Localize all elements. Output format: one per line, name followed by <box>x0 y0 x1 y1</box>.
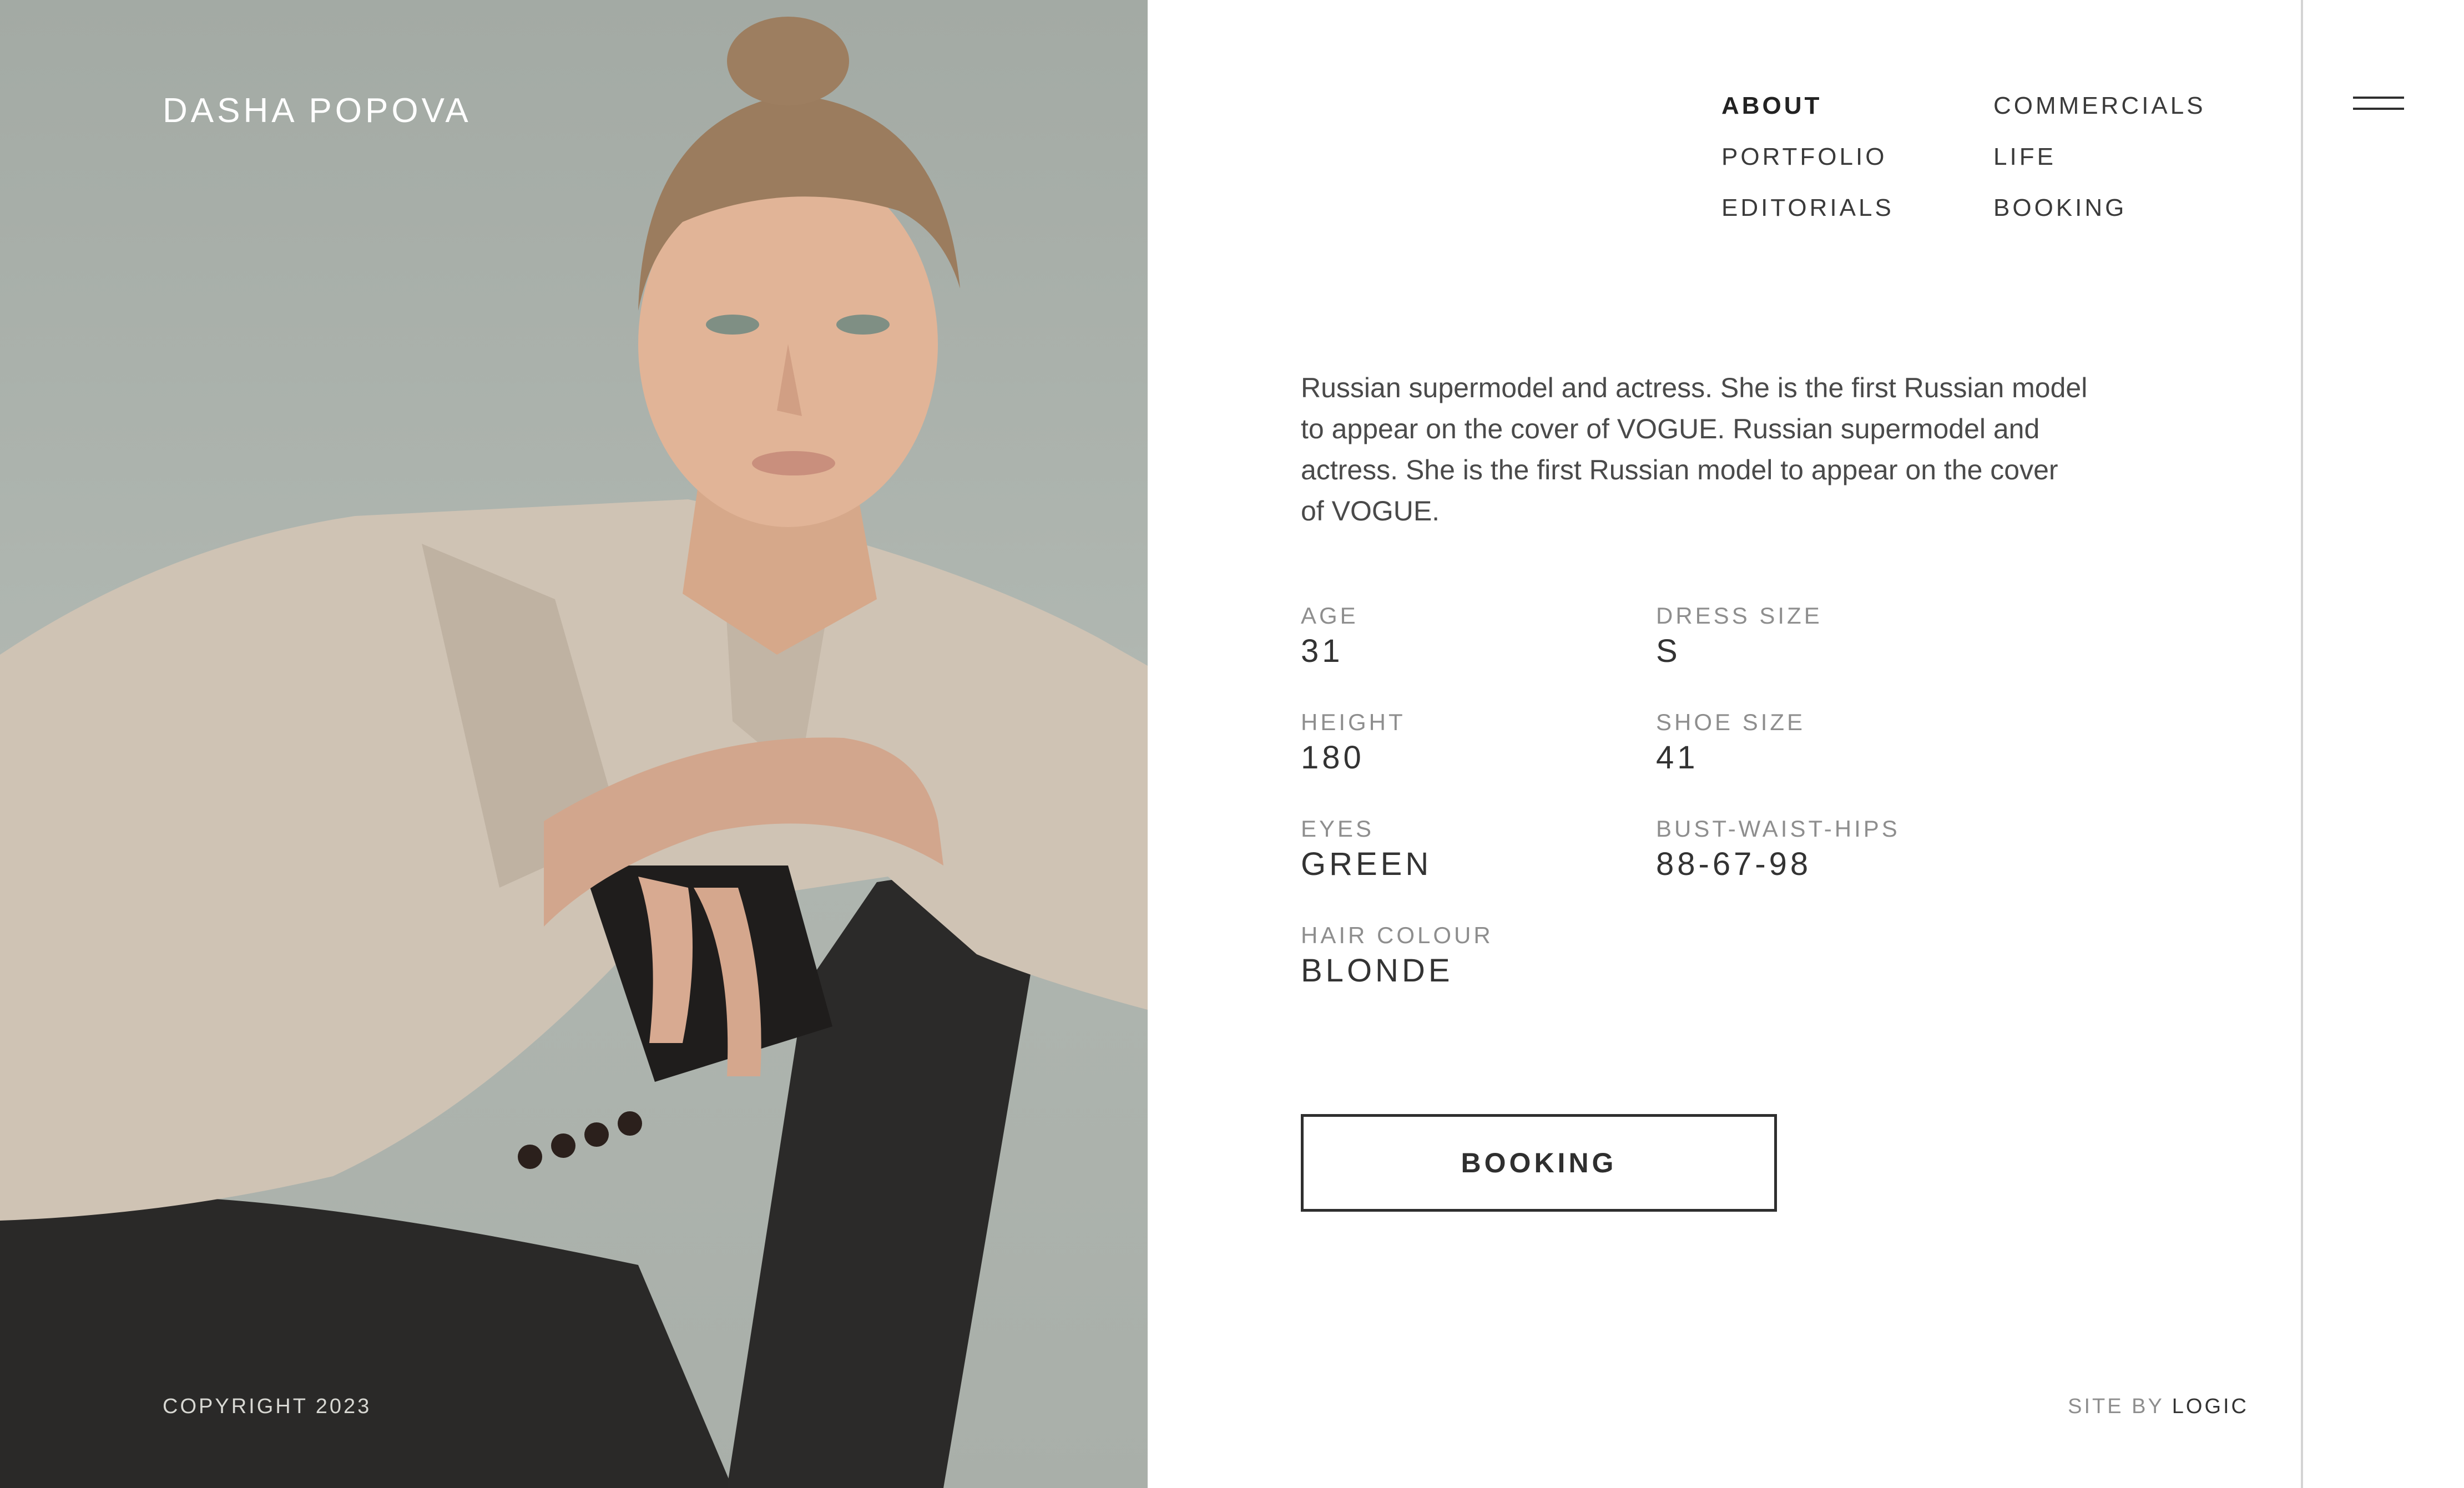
measurements-grid: AGE 31 DRESS SIZE S HEIGHT 180 SHOE SIZE… <box>1301 603 2011 990</box>
about-content: ABOUT COMMERCIALS PORTFOLIO LIFE EDITORI… <box>1148 0 2301 1488</box>
page: DASHA POPOVA COPYRIGHT 2023 ABOUT COMMER… <box>0 0 2464 1488</box>
site-credit-link[interactable]: LOGIC <box>2172 1395 2249 1418</box>
stat-label: HEIGHT <box>1301 709 1406 735</box>
stat-label: EYES <box>1301 816 1375 842</box>
portrait-image <box>0 17 1148 1488</box>
stat-value: 31 <box>1301 633 1344 669</box>
stat-eyes: EYES GREEN <box>1301 816 1656 883</box>
stat-dress-size: DRESS SIZE S <box>1656 603 2011 670</box>
nav-item-booking[interactable]: BOOKING <box>1993 195 2226 221</box>
site-credit: SITE BY LOGIC <box>2068 1395 2249 1419</box>
nav-item-about[interactable]: ABOUT <box>1721 93 1993 119</box>
stat-height: HEIGHT 180 <box>1301 709 1656 777</box>
stat-bust-waist-hips: BUST-WAIST-HIPS 88-67-98 <box>1656 816 2011 883</box>
site-credit-prefix: SITE BY <box>2068 1395 2164 1418</box>
menu-line <box>2353 108 2404 110</box>
stat-label: SHOE SIZE <box>1656 709 1806 735</box>
rail-divider <box>2301 0 2303 1488</box>
booking-button[interactable]: BOOKING <box>1301 1114 1777 1212</box>
stat-label: AGE <box>1301 603 1359 629</box>
stat-age: AGE 31 <box>1301 603 1656 670</box>
nav-item-portfolio[interactable]: PORTFOLIO <box>1721 144 1993 170</box>
site-logo[interactable]: DASHA POPOVA <box>163 91 472 130</box>
bio-text: Russian supermodel and actress. She is t… <box>1301 372 2088 527</box>
stat-label: HAIR COLOUR <box>1301 922 1493 948</box>
stat-shoe-size: SHOE SIZE 41 <box>1656 709 2011 777</box>
hero-photo: DASHA POPOVA COPYRIGHT 2023 <box>0 0 1148 1488</box>
stat-hair-colour: HAIR COLOUR BLONDE <box>1301 922 1656 990</box>
stat-value: 180 <box>1301 740 1365 776</box>
stat-value: GREEN <box>1301 846 1432 882</box>
stat-value: BLONDE <box>1301 953 1453 989</box>
copyright-text: COPYRIGHT 2023 <box>163 1395 372 1418</box>
nav-item-life[interactable]: LIFE <box>1993 144 2226 170</box>
main-nav: ABOUT COMMERCIALS PORTFOLIO LIFE EDITORI… <box>1721 93 2226 221</box>
stat-value: 41 <box>1656 740 1699 776</box>
stat-label: DRESS SIZE <box>1656 603 1822 629</box>
nav-item-editorials[interactable]: EDITORIALS <box>1721 195 1993 221</box>
stat-label: BUST-WAIST-HIPS <box>1656 816 1900 842</box>
stat-value: 88-67-98 <box>1656 846 1812 882</box>
nav-item-commercials[interactable]: COMMERCIALS <box>1993 93 2226 119</box>
menu-line <box>2353 97 2404 99</box>
stat-value: S <box>1656 633 1681 669</box>
hamburger-menu-icon[interactable] <box>2353 91 2414 119</box>
